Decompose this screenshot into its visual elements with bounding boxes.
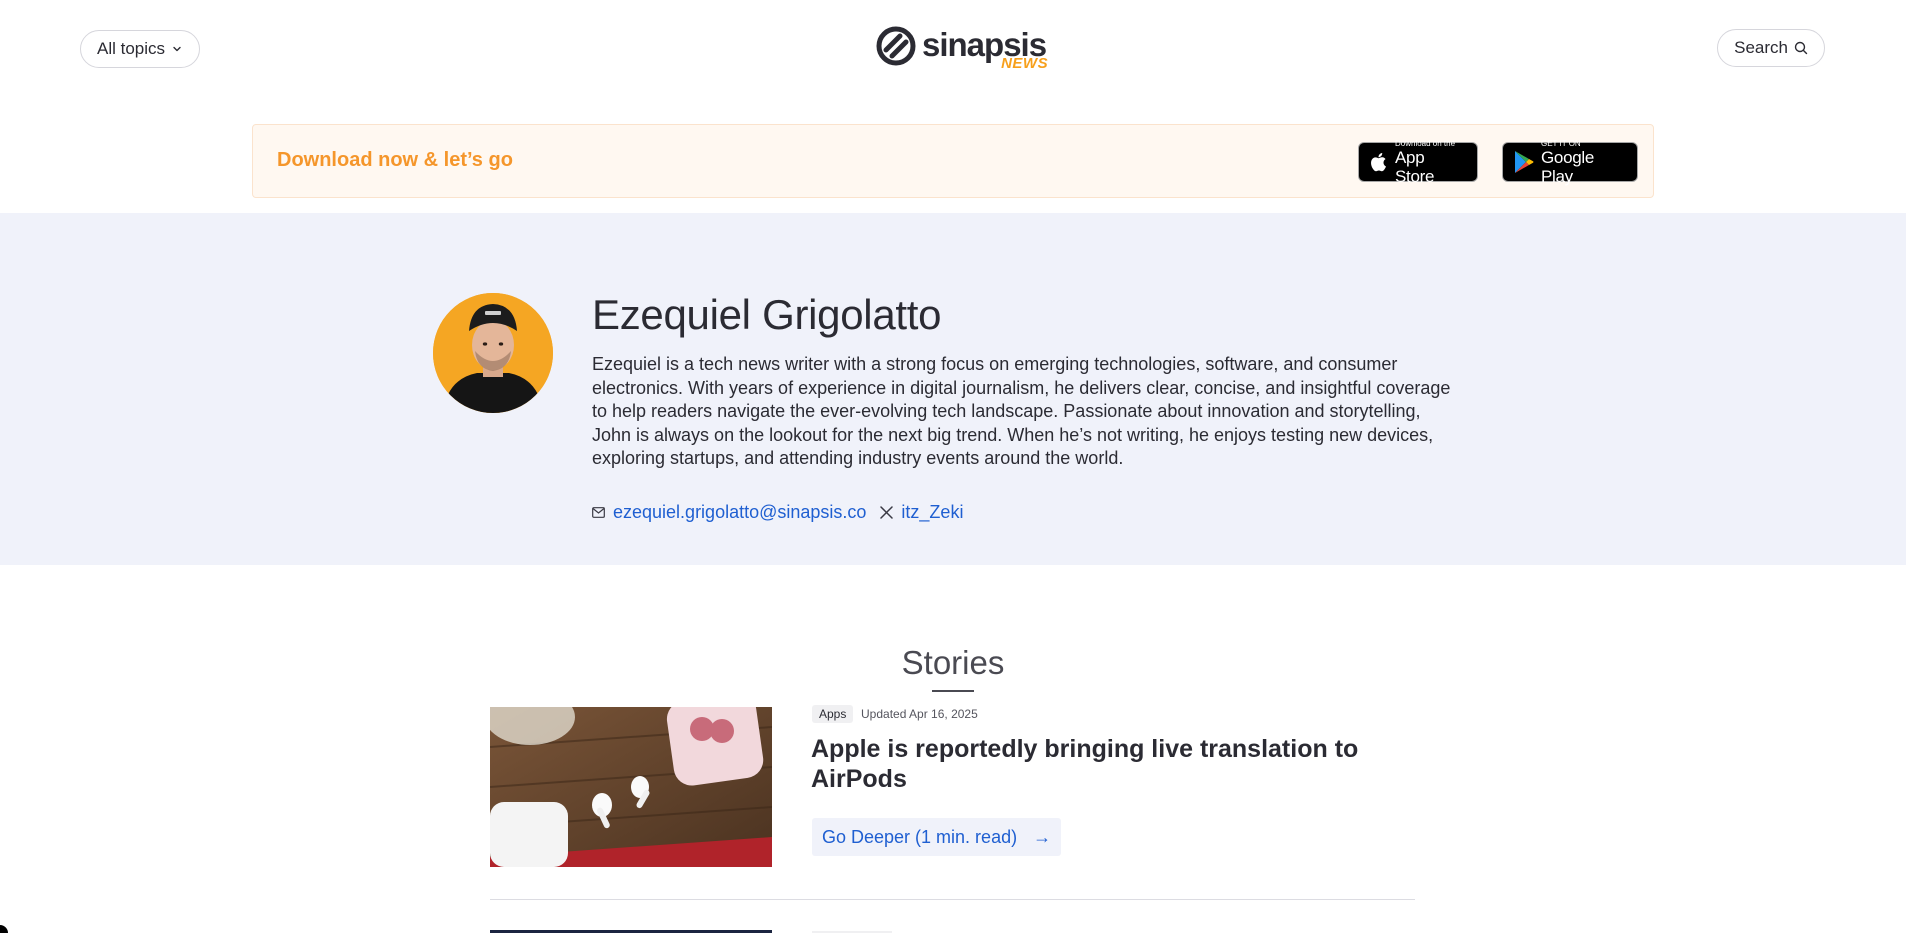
site-logo[interactable]: sinapsis NEWS xyxy=(876,26,1049,72)
all-topics-label: All topics xyxy=(97,39,166,58)
stories-heading-underline xyxy=(932,690,974,692)
logo-subtitle: NEWS xyxy=(1001,55,1049,72)
google-play-small-text: GET IT ON xyxy=(1541,138,1581,148)
banner-text: Download now & let’s go xyxy=(277,149,513,171)
chevron-down-icon xyxy=(171,43,183,55)
story-divider xyxy=(490,899,1415,900)
story-updated-date: Updated Apr 16, 2025 xyxy=(861,707,978,721)
all-topics-dropdown[interactable]: All topics xyxy=(80,30,201,68)
go-deeper-label: Go Deeper (1 min. read) xyxy=(822,826,1018,847)
logo-mark-icon xyxy=(876,26,916,71)
app-store-badge[interactable]: Download on the App Store xyxy=(1358,138,1478,186)
story-category-tag[interactable]: Apps xyxy=(812,705,854,723)
download-banner: Download now & let’s go Download on the … xyxy=(252,124,1654,198)
author-contacts: ezequiel.grigolatto@sinapsis.co itz_Zeki xyxy=(592,502,963,523)
search-label: Search xyxy=(1734,38,1788,57)
author-x-handle: itz_Zeki xyxy=(901,502,964,522)
app-store-big-text: App Store xyxy=(1395,147,1435,186)
author-name: Ezequiel Grigolatto xyxy=(592,291,942,338)
apple-icon xyxy=(1369,151,1389,173)
stories-heading: Stories xyxy=(901,644,1005,681)
top-bar: All topics sinapsis NEWS Search xyxy=(0,0,1906,96)
x-logo-icon xyxy=(880,506,894,519)
window-corner xyxy=(0,925,8,933)
story-thumbnail[interactable] xyxy=(490,707,772,867)
author-email: ezequiel.grigolatto@sinapsis.co xyxy=(613,502,867,522)
author-profile-section: Ezequiel Grigolatto Ezequiel is a tech n… xyxy=(0,213,1906,565)
search-icon xyxy=(1794,41,1808,55)
app-store-small-text: Download on the xyxy=(1395,138,1456,148)
author-bio: Ezequiel is a tech news writer with a st… xyxy=(592,354,1451,469)
search-button[interactable]: Search xyxy=(1717,29,1825,67)
arrow-right-icon: → xyxy=(1033,826,1052,847)
mail-icon xyxy=(592,507,605,518)
google-play-badge[interactable]: GET IT ON Google Play xyxy=(1502,138,1638,186)
google-play-big-text: Google Play xyxy=(1541,147,1595,186)
google-play-icon xyxy=(1513,150,1535,174)
author-email-link[interactable]: ezequiel.grigolatto@sinapsis.co xyxy=(592,502,866,523)
go-deeper-button[interactable]: Go Deeper (1 min. read) → xyxy=(812,818,1062,856)
author-x-link[interactable]: itz_Zeki xyxy=(880,502,963,523)
story-title[interactable]: Apple is reportedly bringing live transl… xyxy=(811,734,1371,794)
author-avatar xyxy=(433,293,553,413)
